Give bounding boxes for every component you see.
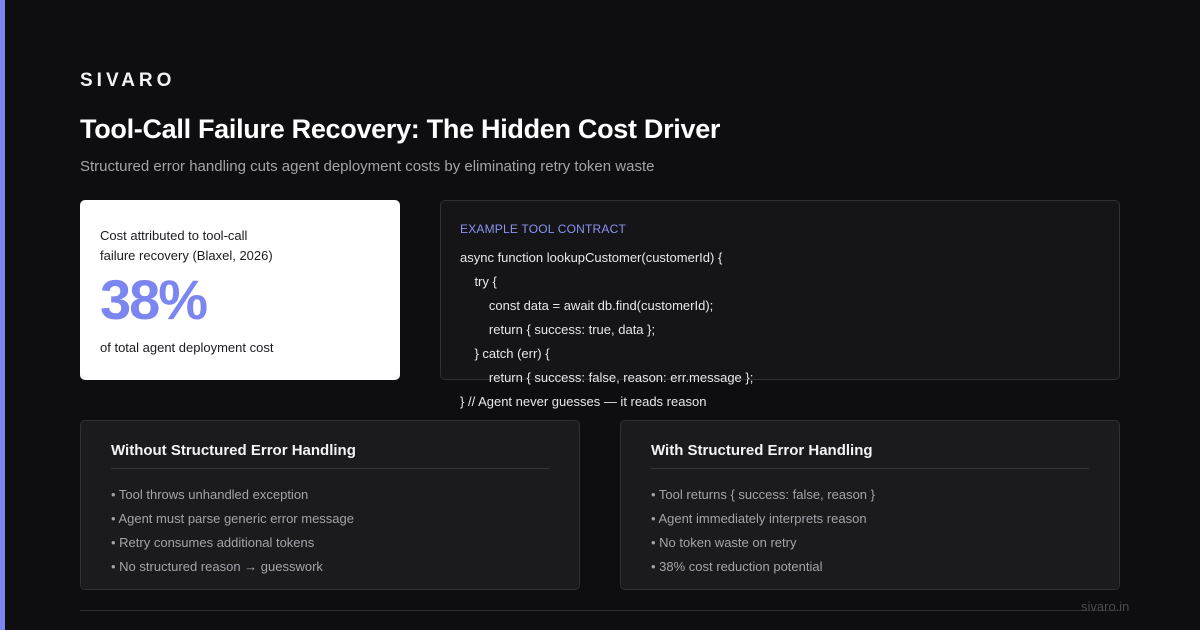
- stat-label: Cost attributed to tool-call failure rec…: [100, 228, 273, 263]
- code-line: return { success: true, data };: [460, 322, 656, 337]
- code-line: return { success: false, reason: err.mes…: [460, 370, 754, 385]
- list-item: • No token waste on retry: [651, 535, 797, 550]
- stat-caption: of total agent deployment cost: [100, 340, 274, 355]
- code-line: } // Agent never guesses — it reads reas…: [460, 394, 707, 409]
- list-item: • No structured reason → guesswork: [111, 559, 323, 574]
- list-item: • Tool throws unhandled exception: [111, 487, 309, 502]
- stat-value: 38%: [100, 268, 208, 331]
- list-item: • Agent immediately interprets reason: [651, 511, 867, 526]
- with-panel: With Structured Error Handling • Tool re…: [620, 420, 1120, 590]
- with-panel-title: With Structured Error Handling: [651, 442, 1089, 469]
- without-panel: Without Structured Error Handling • Tool…: [80, 420, 580, 590]
- code-heading: EXAMPLE TOOL CONTRACT: [460, 222, 627, 236]
- with-panel-list: • Tool returns { success: false, reason …: [651, 483, 1089, 579]
- stat-card: Cost attributed to tool-call failure rec…: [80, 200, 400, 380]
- code-line: async function lookupCustomer(customerId…: [460, 250, 723, 265]
- page-title: Tool-Call Failure Recovery: The Hidden C…: [80, 114, 721, 144]
- brand-logo: SIVARO: [80, 70, 176, 91]
- code-line: const data = await db.find(customerId);: [460, 298, 714, 313]
- page-subtitle: Structured error handling cuts agent dep…: [80, 158, 655, 175]
- code-block: async function lookupCustomer(customerId…: [460, 246, 753, 414]
- list-item: • Retry consumes additional tokens: [111, 535, 315, 550]
- footer-divider: [80, 610, 1120, 611]
- code-line: try {: [460, 274, 497, 289]
- list-item: • Tool returns { success: false, reason …: [651, 487, 875, 502]
- without-panel-title: Without Structured Error Handling: [111, 442, 549, 469]
- list-item: • Agent must parse generic error message: [111, 511, 355, 526]
- accent-bar: [0, 0, 5, 630]
- without-panel-list: • Tool throws unhandled exception • Agen…: [111, 483, 549, 579]
- code-line: } catch (err) {: [460, 346, 550, 361]
- list-item: • 38% cost reduction potential: [651, 559, 823, 574]
- footer-url: sivaro.in: [1081, 599, 1130, 614]
